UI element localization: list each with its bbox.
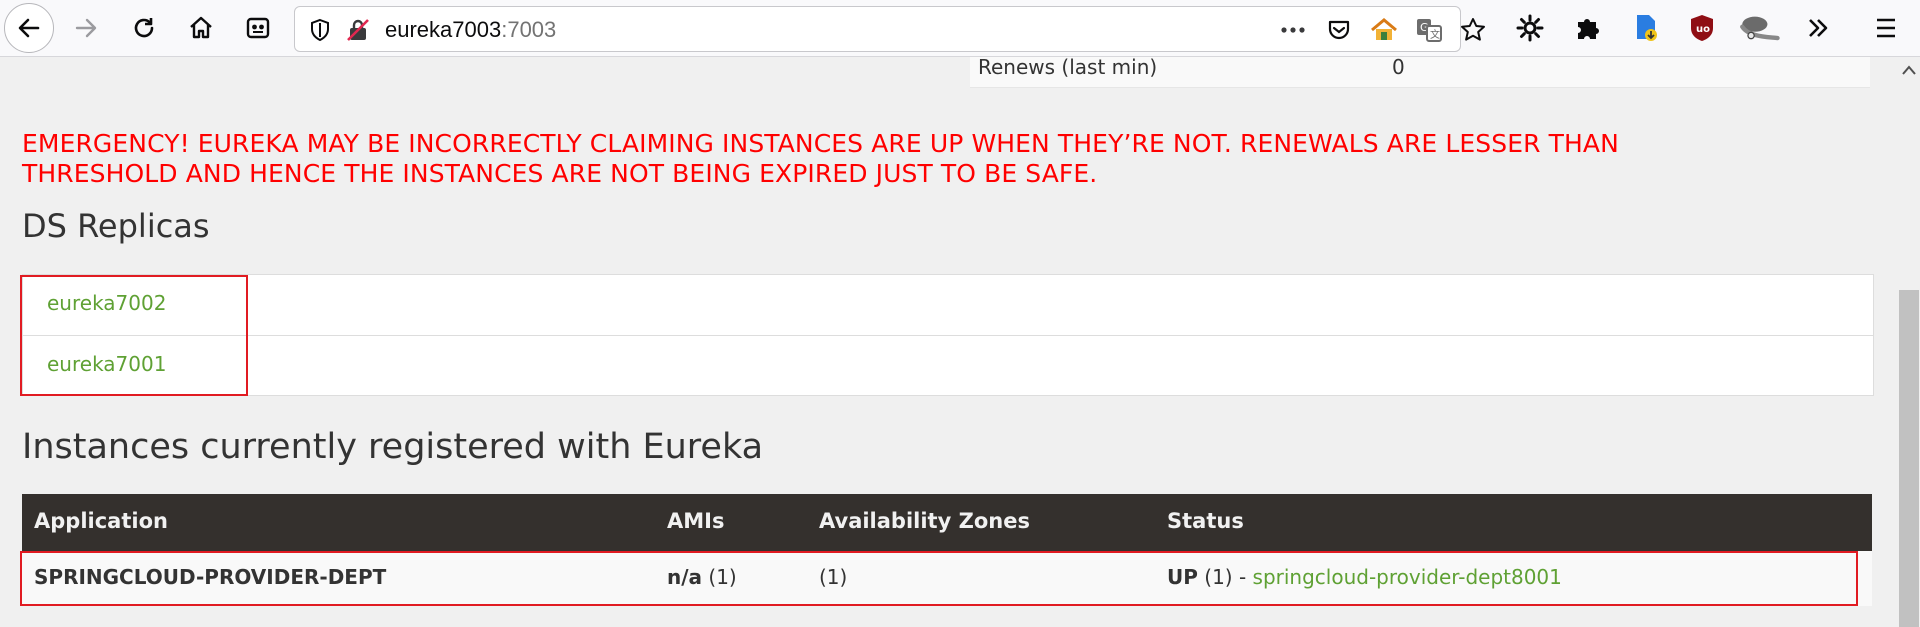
scroll-up-arrow-icon[interactable] xyxy=(1902,65,1916,75)
replica-link[interactable]: eureka7001 xyxy=(47,352,166,376)
reload-icon xyxy=(134,18,154,38)
instances-table: Application AMIs Availability Zones Stat… xyxy=(22,494,1872,606)
translate-icon[interactable]: G文 xyxy=(1414,15,1444,45)
home-icon xyxy=(190,16,212,39)
browser-toolbar: eureka7003:7003 G文 uo xyxy=(0,0,1920,57)
emergency-line-1: EMERGENCY! EUREKA MAY BE INCORRECTLY CLA… xyxy=(22,129,1619,158)
reader-view-icon xyxy=(246,17,270,39)
reload-button[interactable] xyxy=(122,6,166,50)
emergency-line-2: THRESHOLD AND HENCE THE INSTANCES ARE NO… xyxy=(22,159,1098,188)
scrollbar-thumb[interactable] xyxy=(1899,290,1919,627)
status-value: UP xyxy=(1167,565,1198,589)
more-dots-icon[interactable] xyxy=(1278,15,1308,45)
menu-button[interactable] xyxy=(1864,6,1908,50)
overflow-button[interactable] xyxy=(1796,6,1840,50)
shield-icon[interactable] xyxy=(305,15,335,45)
overflow-chevron-icon xyxy=(1809,19,1828,37)
status-cell: UP (1) - springcloud-provider-dept8001 xyxy=(1167,565,1562,589)
forward-button[interactable] xyxy=(64,6,108,50)
url-text[interactable]: eureka7003:7003 xyxy=(385,17,556,43)
amis-cell: n/a (1) xyxy=(667,565,737,589)
zones-cell: (1) xyxy=(819,565,848,589)
url-port: :7003 xyxy=(501,17,557,42)
download-doc-button[interactable] xyxy=(1624,6,1668,50)
home-button[interactable] xyxy=(179,6,223,50)
mascot-icon xyxy=(1740,16,1780,41)
home-extension-icon[interactable] xyxy=(1369,15,1399,45)
vertical-scrollbar[interactable] xyxy=(1898,57,1920,627)
settings-gear-icon xyxy=(1516,14,1544,42)
table-row: SPRINGCLOUD-PROVIDER-DEPT n/a (1) (1) UP… xyxy=(22,551,1872,606)
reader-view-button[interactable] xyxy=(236,6,280,50)
extensions-button[interactable] xyxy=(1566,6,1610,50)
replica-row: eureka7002 xyxy=(23,275,1873,335)
column-header-application: Application xyxy=(34,509,168,533)
replicas-list: eureka7002 eureka7001 xyxy=(22,274,1874,396)
renews-row: Renews (last min) 0 xyxy=(970,57,1870,88)
eureka-page: Renews (last min) 0 EMERGENCY! EUREKA MA… xyxy=(0,57,1898,627)
replica-row: eureka7001 xyxy=(23,335,1873,395)
svg-text:uo: uo xyxy=(1696,24,1710,35)
pocket-icon[interactable] xyxy=(1324,15,1354,45)
url-bar[interactable]: eureka7003:7003 G文 xyxy=(294,6,1485,52)
replica-link[interactable]: eureka7002 xyxy=(47,291,166,315)
table-header-row: Application AMIs Availability Zones Stat… xyxy=(22,494,1872,551)
settings-button[interactable] xyxy=(1508,6,1552,50)
column-header-availability-zones: Availability Zones xyxy=(819,509,1030,533)
application-name: SPRINGCLOUD-PROVIDER-DEPT xyxy=(34,565,387,589)
extension-mascot-button[interactable] xyxy=(1736,6,1780,50)
instances-heading: Instances currently registered with Eure… xyxy=(22,427,764,467)
menu-hamburger-icon xyxy=(1877,18,1895,38)
emergency-warning: EMERGENCY! EUREKA MAY BE INCORRECTLY CLA… xyxy=(22,129,1872,189)
ublock-icon: uo xyxy=(1691,15,1713,41)
extensions-puzzle-icon xyxy=(1578,19,1599,39)
status-count: (1) - xyxy=(1197,565,1253,589)
renews-value: 0 xyxy=(1392,57,1405,79)
column-header-status: Status xyxy=(1167,509,1244,533)
amis-value: n/a xyxy=(667,565,703,589)
download-doc-icon xyxy=(1637,15,1657,41)
insecure-lock-icon[interactable] xyxy=(343,15,373,45)
forward-arrow-icon xyxy=(75,18,97,38)
back-arrow-icon xyxy=(18,18,40,38)
ublock-button[interactable]: uo xyxy=(1680,6,1724,50)
amis-count: (1) xyxy=(702,565,737,589)
url-host: eureka7003 xyxy=(385,17,502,42)
column-header-amis: AMIs xyxy=(667,509,725,533)
svg-text:文: 文 xyxy=(1430,28,1440,41)
bookmark-star-icon[interactable] xyxy=(1458,15,1488,45)
instance-link[interactable]: springcloud-provider-dept8001 xyxy=(1253,565,1562,589)
replicas-heading: DS Replicas xyxy=(22,207,210,245)
back-button[interactable] xyxy=(4,3,54,53)
renews-label: Renews (last min) xyxy=(978,57,1158,79)
